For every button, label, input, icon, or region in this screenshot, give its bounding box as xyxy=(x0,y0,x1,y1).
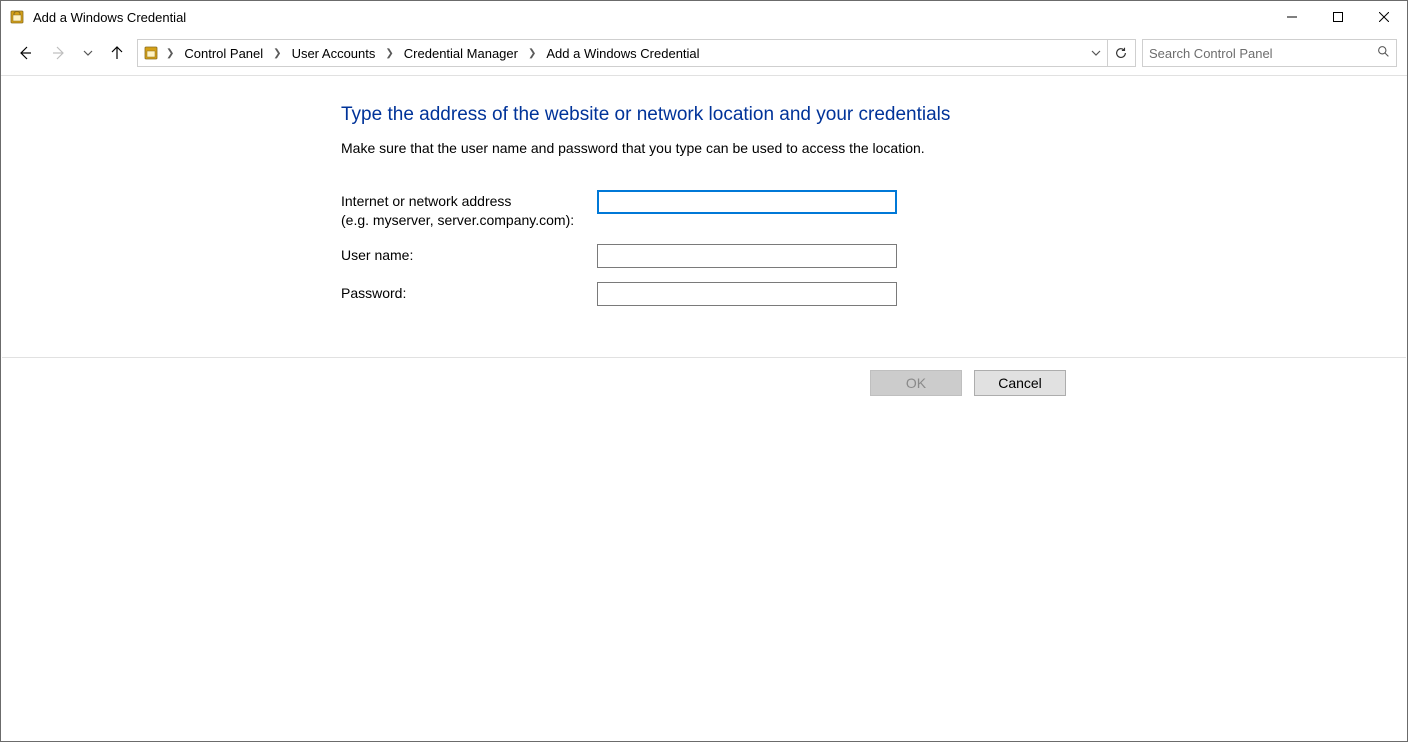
up-button[interactable] xyxy=(103,39,131,67)
credential-manager-icon xyxy=(142,44,160,62)
username-label: User name: xyxy=(341,244,597,265)
password-input[interactable] xyxy=(597,282,897,306)
address-label-line2: (e.g. myserver, server.company.com): xyxy=(341,212,574,228)
page-subtext: Make sure that the user name and passwor… xyxy=(341,140,1081,156)
close-button[interactable] xyxy=(1361,1,1407,33)
button-bar: OK Cancel xyxy=(2,357,1406,407)
ok-button[interactable]: OK xyxy=(870,370,962,396)
window-controls xyxy=(1269,1,1407,33)
username-input[interactable] xyxy=(597,244,897,268)
chevron-right-icon[interactable]: ❯ xyxy=(383,48,395,59)
maximize-button[interactable] xyxy=(1315,1,1361,33)
title-bar: Add a Windows Credential xyxy=(1,1,1407,33)
forward-button[interactable] xyxy=(45,39,73,67)
refresh-button[interactable] xyxy=(1107,40,1133,66)
content-area: Type the address of the website or netwo… xyxy=(1,76,1407,306)
address-bar[interactable]: ❯ Control Panel ❯ User Accounts ❯ Creden… xyxy=(137,39,1136,67)
password-row: Password: xyxy=(341,282,1081,306)
chevron-right-icon[interactable]: ❯ xyxy=(526,48,538,59)
address-label-line1: Internet or network address xyxy=(341,193,511,209)
breadcrumb-control-panel[interactable]: Control Panel xyxy=(178,44,269,63)
window-title: Add a Windows Credential xyxy=(33,10,186,25)
breadcrumb-credential-manager[interactable]: Credential Manager xyxy=(398,44,524,63)
navigation-row: ❯ Control Panel ❯ User Accounts ❯ Creden… xyxy=(1,33,1407,73)
address-history-dropdown[interactable] xyxy=(1087,41,1105,65)
cancel-button[interactable]: Cancel xyxy=(974,370,1066,396)
minimize-button[interactable] xyxy=(1269,1,1315,33)
password-label: Password: xyxy=(341,282,597,303)
breadcrumb-add-windows-credential[interactable]: Add a Windows Credential xyxy=(540,44,705,63)
address-label: Internet or network address (e.g. myserv… xyxy=(341,190,597,230)
username-row: User name: xyxy=(341,244,1081,268)
address-input[interactable] xyxy=(597,190,897,214)
search-icon[interactable] xyxy=(1377,45,1390,61)
breadcrumbs: Control Panel ❯ User Accounts ❯ Credenti… xyxy=(178,44,1085,63)
credential-manager-icon xyxy=(9,9,25,25)
search-box[interactable] xyxy=(1142,39,1397,67)
search-input[interactable] xyxy=(1149,46,1377,61)
page-heading: Type the address of the website or netwo… xyxy=(341,104,1081,126)
chevron-right-icon[interactable]: ❯ xyxy=(164,48,176,59)
address-row: Internet or network address (e.g. myserv… xyxy=(341,190,1081,230)
recent-locations-dropdown[interactable] xyxy=(79,48,97,58)
breadcrumb-user-accounts[interactable]: User Accounts xyxy=(286,44,382,63)
chevron-right-icon[interactable]: ❯ xyxy=(271,48,283,59)
back-button[interactable] xyxy=(11,39,39,67)
